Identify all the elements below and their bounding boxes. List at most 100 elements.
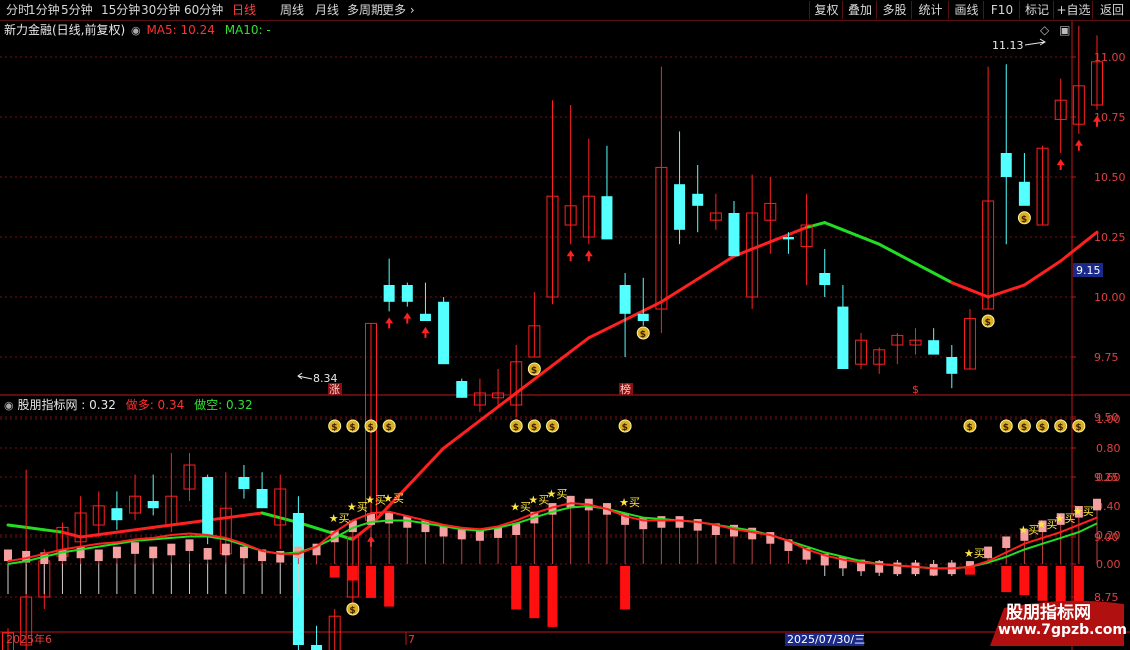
- indicator-bar: [566, 495, 575, 508]
- ma5-line-segment: [968, 288, 990, 299]
- sub-chart-legend: ◉ 股朋指标网 : 0.32 做多: 0.34 做空: 0.32: [4, 398, 253, 413]
- watermark-name: 股朋指标网: [1006, 603, 1091, 623]
- candle-body-down: [419, 313, 431, 321]
- current-price-label: 9.15: [1076, 264, 1101, 277]
- ma5-line-segment: [551, 350, 573, 367]
- indicator-money-bag-icon-glyph: $: [368, 423, 374, 433]
- candle-body-down: [782, 237, 794, 240]
- candle-body-down: [619, 285, 631, 314]
- indicator-tick-label: 0.60: [1096, 471, 1121, 484]
- candle-body-down: [946, 357, 958, 374]
- price-tick-label: 10.75: [1094, 111, 1126, 124]
- period-tab-8[interactable]: 月线: [315, 2, 339, 18]
- toolbar-button-3[interactable]: 统计: [911, 1, 949, 19]
- indicator-neg-bar: [1001, 566, 1012, 593]
- kline-chart[interactable]: 8.508.759.009.259.509.7510.0010.2510.501…: [0, 0, 1130, 650]
- indicator-bar: [675, 516, 684, 528]
- ma5-line-segment: [1041, 259, 1063, 275]
- indicator-money-bag-icon-glyph: $: [1003, 423, 1009, 433]
- ma5-line-segment: [460, 419, 482, 436]
- indicator-bar: [4, 549, 12, 562]
- period-tab-7[interactable]: 周线: [280, 2, 304, 18]
- candle-body-down: [637, 313, 649, 321]
- period-tab-4[interactable]: 30分钟: [141, 2, 180, 18]
- toolbar-button-1[interactable]: 叠加: [842, 1, 877, 19]
- ma5-line-segment: [696, 266, 718, 281]
- buy-signal-label: ★买: [383, 492, 404, 505]
- indicator-bar: [984, 546, 993, 559]
- indicator-bar: [203, 548, 212, 560]
- buy-arrow-icon: [385, 317, 394, 329]
- indicator-bar: [185, 539, 194, 551]
- indicator-money-bag-icon-glyph: $: [1057, 423, 1063, 433]
- period-tab-3[interactable]: 15分钟: [101, 2, 140, 18]
- candle-body-down: [728, 213, 740, 257]
- diamond-icon[interactable]: ◇: [1040, 23, 1049, 37]
- money-bag-icon-glyph: $: [985, 318, 991, 328]
- ma5-line-segment: [260, 511, 282, 520]
- period-tab-5[interactable]: 60分钟: [184, 2, 223, 18]
- candle-body-down: [256, 489, 268, 509]
- candle-body-down: [111, 508, 123, 521]
- buy-arrow-icon: [584, 250, 593, 262]
- toolbar-button-0[interactable]: 复权: [809, 1, 843, 19]
- toolbar-button-5[interactable]: F10: [983, 1, 1020, 19]
- indicator-value: : 0.32: [81, 398, 116, 412]
- candle-body-down: [456, 381, 468, 398]
- month-label: 7: [408, 633, 415, 646]
- candle-body-down: [837, 306, 849, 369]
- buy-signal-label: ★买: [547, 487, 568, 500]
- period-tab-10[interactable]: 更多 ›: [382, 2, 415, 18]
- indicator-icon[interactable]: ◉: [4, 399, 14, 412]
- settings-icon[interactable]: ◉: [131, 24, 141, 37]
- period-tab-6[interactable]: 日线: [232, 2, 256, 18]
- indicator-money-bag-icon-glyph: $: [349, 423, 355, 433]
- indicator-neg-bar: [366, 566, 376, 598]
- price-tick-label: 10.00: [1094, 291, 1126, 304]
- indicator-money-bag-icon-glyph: $: [1021, 423, 1027, 433]
- candle-body-down: [819, 273, 831, 285]
- indicator-money-bag-icon-glyph: $: [331, 423, 337, 433]
- indicator-tick-label: 0.20: [1096, 529, 1121, 542]
- ma5-label: MA5: 10.24: [146, 23, 215, 37]
- low-arrow-icon: [297, 372, 313, 380]
- toolbar-button-4[interactable]: 画线: [948, 1, 984, 19]
- period-tab-9[interactable]: 多周期: [347, 2, 383, 18]
- period-tab-1[interactable]: 1分钟: [28, 2, 60, 18]
- toolbar-button-6[interactable]: 标记: [1019, 1, 1054, 19]
- ma5-line-segment: [823, 221, 845, 232]
- indicator-bar: [149, 546, 158, 559]
- ma5-line-segment: [242, 511, 264, 517]
- toolbar-button-7[interactable]: +自选: [1053, 1, 1093, 19]
- price-tick-label: 10.50: [1094, 171, 1126, 184]
- indicator-neg-bar: [529, 566, 540, 619]
- money-bag-icon-glyph: $: [1021, 215, 1027, 225]
- watermark: 股朋指标网 www.7gpzb.com: [984, 596, 1130, 650]
- high-price-label: 11.13: [992, 39, 1024, 52]
- indicator-neg-bar: [329, 566, 340, 578]
- ma5-line-segment: [97, 530, 119, 537]
- ma5-line-segment: [678, 277, 700, 292]
- toolbar-button-2[interactable]: 多股: [876, 1, 912, 19]
- panel-icon[interactable]: ▣: [1059, 23, 1070, 37]
- indicator-neg-bar: [347, 566, 358, 581]
- marker-bang: 榜: [620, 382, 631, 396]
- money-bag-icon-glyph: $: [349, 606, 355, 616]
- long-label: 做多: 0.34: [125, 398, 185, 412]
- indicator-bar: [94, 549, 103, 562]
- ma5-line-segment: [6, 523, 28, 529]
- ma5-line-segment: [605, 318, 627, 331]
- buy-arrow-icon: [566, 250, 575, 262]
- period-toolbar: 分时 1分钟 5分钟 15分钟 30分钟 60分钟 日线 周线 月线 多周期 更多 › 复权 叠加 多股统…: [0, 0, 1130, 21]
- period-tab-0[interactable]: 分时: [6, 2, 30, 18]
- indicator-neg-bar: [384, 566, 395, 607]
- candle-body-down: [601, 196, 613, 240]
- ma5-line-segment: [714, 254, 736, 270]
- indicator-money-bag-icon-glyph: $: [386, 423, 392, 433]
- ma5-line-segment: [24, 525, 46, 532]
- toolbar-button-8[interactable]: 返回: [1092, 1, 1130, 19]
- indicator-title: 股朋指标网: [17, 398, 78, 412]
- period-tab-2[interactable]: 5分钟: [61, 2, 93, 18]
- buy-arrow-icon: [421, 327, 430, 338]
- indicator-bar: [239, 546, 248, 559]
